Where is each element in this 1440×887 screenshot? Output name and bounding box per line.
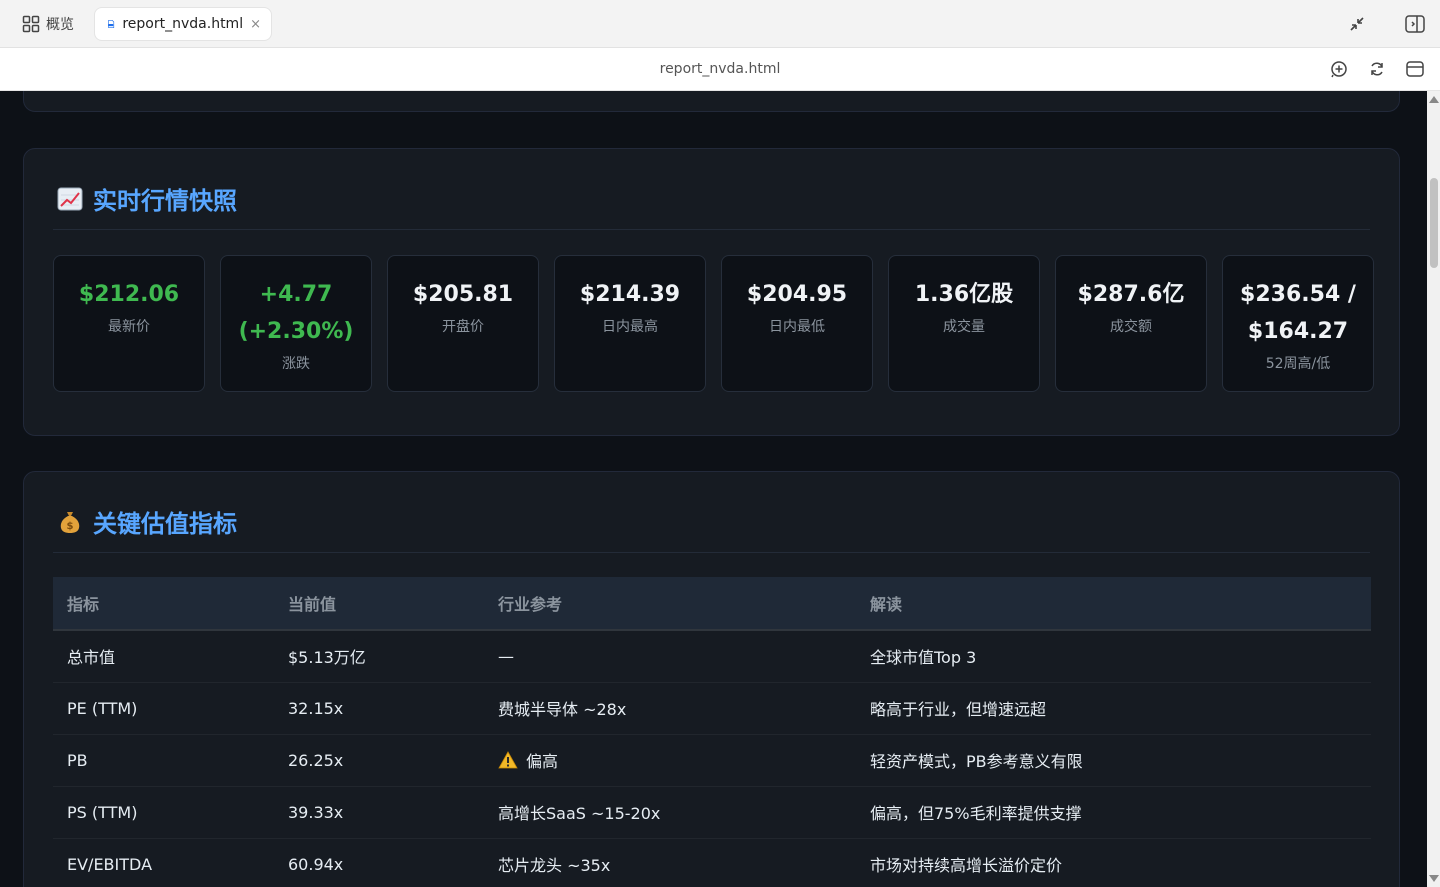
overview-button[interactable]: 概览 bbox=[22, 14, 74, 34]
tab-title: report_nvda.html bbox=[122, 16, 244, 32]
table-cell: 60.94x bbox=[274, 838, 484, 887]
table-row: EV/EBITDA 60.94x 芯片龙头 ~35x 市场对持续高增长溢价定价 bbox=[53, 838, 1371, 887]
table-cell: PB bbox=[53, 734, 274, 787]
valuation-divider bbox=[53, 552, 1370, 553]
table-cell: 略高于行业，但增速远超 bbox=[856, 682, 1371, 735]
stat-label: 最新价 bbox=[108, 319, 150, 335]
stat-value: +4.77 (+2.30%) bbox=[238, 282, 354, 344]
table-cell: EV/EBITDA bbox=[53, 838, 274, 887]
stat-last-price: $212.06 最新价 bbox=[53, 255, 205, 392]
table-cell: PS (TTM) bbox=[53, 786, 274, 839]
table-cell: 26.25x bbox=[274, 734, 484, 787]
stat-turnover: $287.6亿 成交额 bbox=[1055, 255, 1207, 392]
stat-52week-range: $236.54 / $164.27 52周高/低 bbox=[1222, 255, 1374, 392]
browser-panel-icon[interactable] bbox=[1405, 59, 1425, 79]
collapse-icon[interactable] bbox=[1346, 13, 1368, 35]
column-header: 当前值 bbox=[274, 577, 484, 631]
stat-open: $205.81 开盘价 bbox=[387, 255, 539, 392]
tab-close-icon[interactable]: × bbox=[250, 17, 261, 32]
table-row: PE (TTM) 32.15x 费城半导体 ~28x 略高于行业，但增速远超 bbox=[53, 682, 1371, 735]
valuation-section: $ 关键估值指标 指标 当前值 行业参考 解读 总市值 $5.13万亿 — 全球… bbox=[23, 471, 1400, 887]
table-cell: $5.13万亿 bbox=[274, 630, 484, 683]
stat-day-high: $214.39 日内最高 bbox=[554, 255, 706, 392]
stat-value: $214.39 bbox=[579, 282, 681, 307]
table-cell: 高增长SaaS ~15-20x bbox=[484, 786, 856, 839]
html-file-icon bbox=[108, 20, 115, 28]
svg-text:$: $ bbox=[67, 521, 74, 532]
table-cell: 市场对持续高增长溢价定价 bbox=[856, 838, 1371, 887]
sidebar-toggle-icon[interactable] bbox=[1404, 13, 1426, 35]
stat-value: $204.95 bbox=[746, 282, 848, 307]
stat-value: 1.36亿股 bbox=[914, 282, 1014, 307]
money-bag-icon: $ bbox=[60, 511, 80, 533]
scroll-down-arrow[interactable] bbox=[1429, 875, 1439, 882]
snapshot-divider bbox=[53, 229, 1370, 230]
snapshot-header: 实时行情快照 bbox=[57, 181, 237, 216]
stat-value: $287.6亿 bbox=[1077, 282, 1185, 307]
valuation-title: 关键估值指标 bbox=[93, 510, 237, 538]
stat-label: 52周高/低 bbox=[1265, 356, 1331, 372]
add-bookmark-icon[interactable] bbox=[1329, 59, 1349, 79]
warning-text: 偏高 bbox=[526, 752, 559, 771]
stat-volume: 1.36亿股 成交量 bbox=[888, 255, 1040, 392]
address-text[interactable]: report_nvda.html bbox=[0, 61, 1440, 77]
browser-tab-bar: 概览 report_nvda.html × bbox=[0, 0, 1440, 48]
stat-label: 开盘价 bbox=[442, 319, 484, 335]
valuation-table: 指标 当前值 行业参考 解读 总市值 $5.13万亿 — 全球市值Top 3 P… bbox=[53, 577, 1371, 887]
stat-value: $212.06 bbox=[78, 282, 180, 307]
table-cell: 费城半导体 ~28x bbox=[484, 682, 856, 735]
page-viewport: 实时行情快照 $212.06 最新价 +4.77 (+2.30%) 涨跌 $20… bbox=[0, 91, 1427, 887]
table-cell: 轻资产模式，PB参考意义有限 bbox=[856, 734, 1371, 787]
table-header-row: 指标 当前值 行业参考 解读 bbox=[53, 577, 1371, 631]
address-bar: report_nvda.html bbox=[0, 48, 1440, 91]
scroll-up-arrow[interactable] bbox=[1429, 96, 1439, 103]
refresh-icon[interactable] bbox=[1367, 59, 1387, 79]
stat-value: $205.81 bbox=[412, 282, 514, 307]
previous-section-card bbox=[23, 91, 1400, 112]
table-cell: — bbox=[484, 630, 856, 683]
table-cell: 39.33x bbox=[274, 786, 484, 839]
stat-change: +4.77 (+2.30%) 涨跌 bbox=[220, 255, 372, 392]
table-row: PS (TTM) 39.33x 高增长SaaS ~15-20x 偏高，但75%毛… bbox=[53, 786, 1371, 839]
table-cell: 总市值 bbox=[53, 630, 274, 683]
stat-label: 涨跌 bbox=[282, 356, 310, 372]
table-cell: PE (TTM) bbox=[53, 682, 274, 735]
table-row: PB 26.25x 偏高 轻资产模式，PB参考意义有限 bbox=[53, 734, 1371, 787]
overview-label: 概览 bbox=[46, 17, 74, 33]
grid-icon bbox=[22, 15, 40, 33]
stat-value: $236.54 / $164.27 bbox=[1240, 282, 1356, 344]
warning-icon bbox=[498, 751, 518, 769]
column-header: 解读 bbox=[856, 577, 1371, 631]
snapshot-section: 实时行情快照 $212.06 最新价 +4.77 (+2.30%) 涨跌 $20… bbox=[23, 148, 1400, 436]
column-header: 指标 bbox=[53, 577, 274, 631]
tab-report[interactable]: report_nvda.html × bbox=[94, 7, 272, 41]
stat-day-low: $204.95 日内最低 bbox=[721, 255, 873, 392]
chart-increasing-icon bbox=[57, 187, 83, 210]
scrollbar-thumb[interactable] bbox=[1430, 178, 1438, 268]
valuation-header: $ 关键估值指标 bbox=[57, 504, 237, 539]
table-cell: 全球市值Top 3 bbox=[856, 630, 1371, 683]
stat-label: 成交额 bbox=[1110, 319, 1152, 335]
snapshot-title: 实时行情快照 bbox=[93, 187, 237, 215]
table-row: 总市值 $5.13万亿 — 全球市值Top 3 bbox=[53, 630, 1371, 683]
table-cell: 偏高 bbox=[484, 734, 856, 787]
vertical-scrollbar[interactable] bbox=[1427, 91, 1440, 887]
stats-grid: $212.06 最新价 +4.77 (+2.30%) 涨跌 $205.81 开盘… bbox=[53, 255, 1374, 392]
table-cell: 32.15x bbox=[274, 682, 484, 735]
stat-label: 日内最高 bbox=[602, 319, 658, 335]
stat-label: 成交量 bbox=[943, 319, 985, 335]
table-cell: 芯片龙头 ~35x bbox=[484, 838, 856, 887]
stat-label: 日内最低 bbox=[769, 319, 825, 335]
table-cell: 偏高，但75%毛利率提供支撑 bbox=[856, 786, 1371, 839]
column-header: 行业参考 bbox=[484, 577, 856, 631]
